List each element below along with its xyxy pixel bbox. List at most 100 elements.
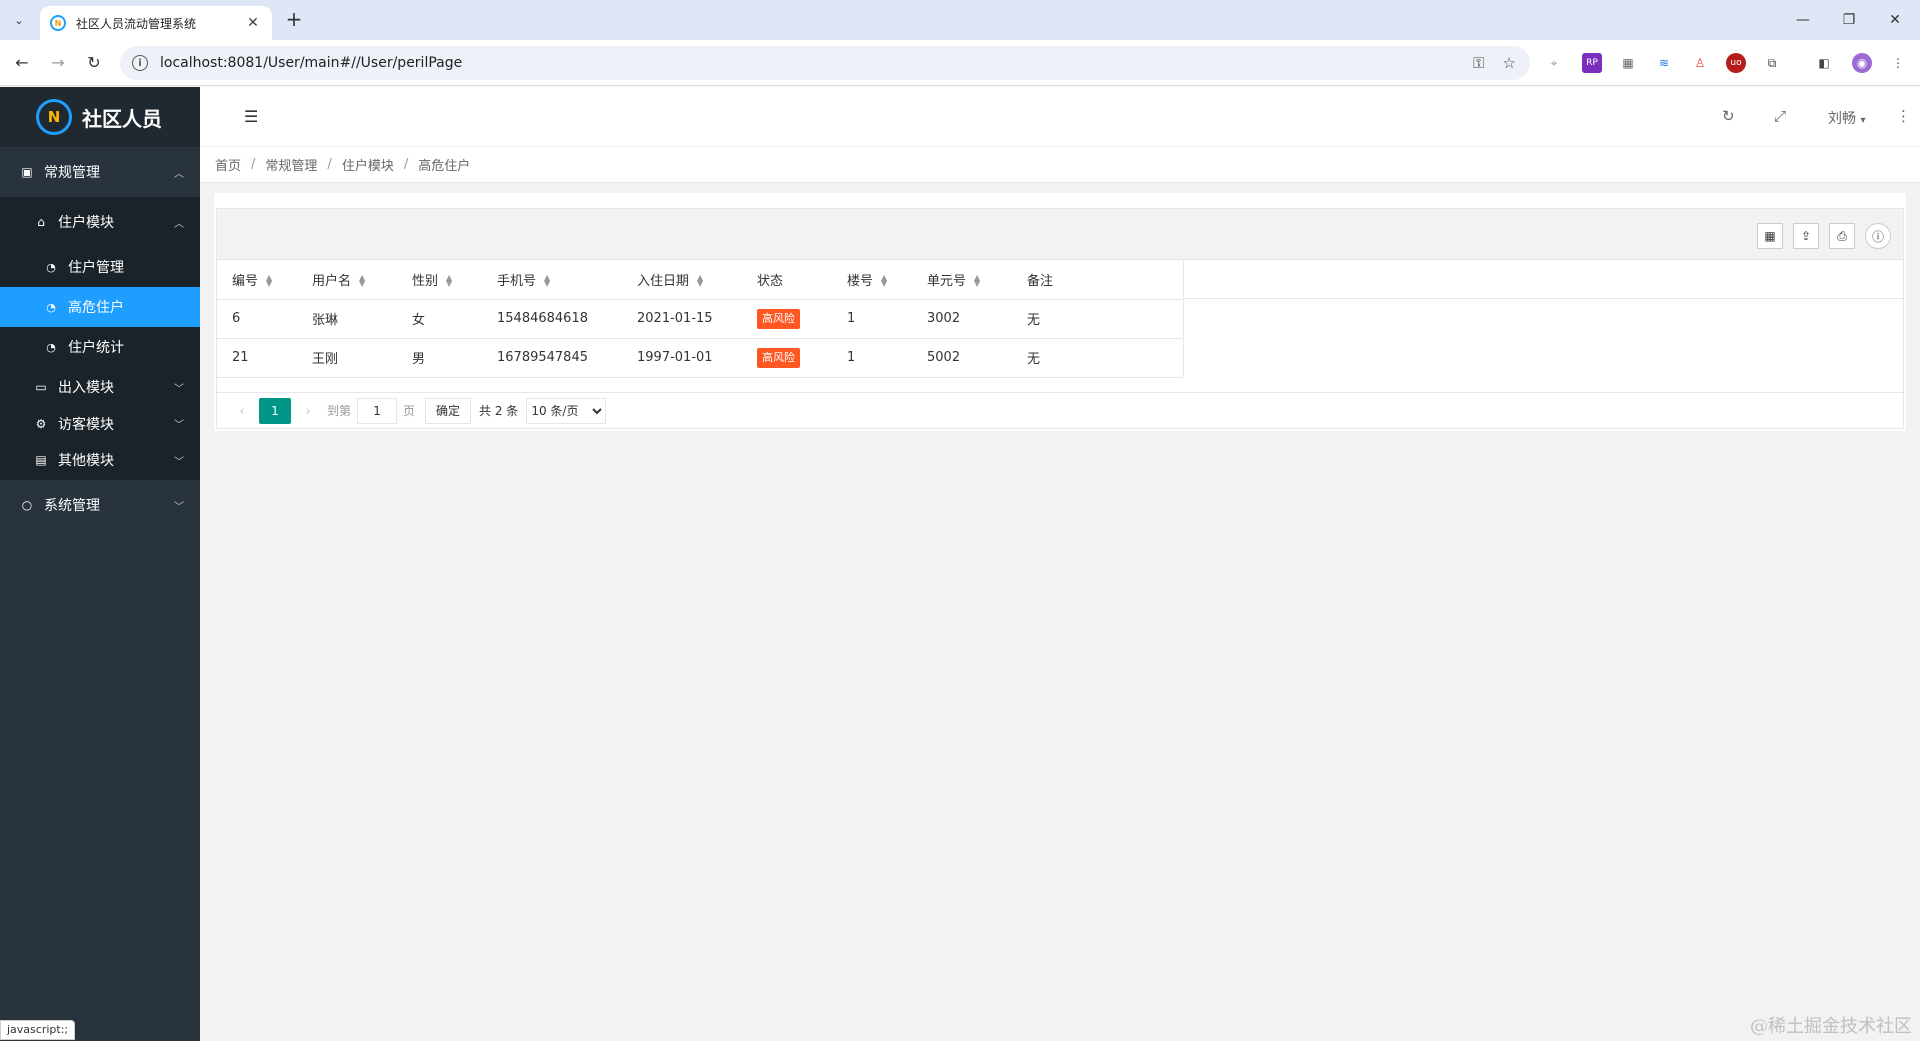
table-row[interactable]: 6 张琳 女 15484684618 2021-01-15 高风险 1 3002…	[217, 299, 1182, 339]
extension-person-icon[interactable]: ♙	[1690, 53, 1710, 73]
sidebar: N 社区人员 ▣ 常规管理 ︿ ⌂ 住户模块 ︿ ◔ 住户管理 ◔ 高危住户 ◔…	[0, 87, 200, 1041]
forward-arrow-icon[interactable]: →	[46, 51, 70, 75]
info-icon[interactable]: ⓘ	[1865, 223, 1891, 249]
export-icon[interactable]: ⇪	[1793, 223, 1819, 249]
url-text[interactable]: localhost:8081/User/main#//User/perilPag…	[160, 55, 462, 71]
user-name: 刘畅	[1828, 111, 1856, 127]
nav-item-label: 高危住户	[68, 300, 124, 316]
page-size-select[interactable]: 10 条/页	[526, 397, 607, 424]
caret-down-icon: ▾	[1860, 115, 1866, 126]
confirm-page-button[interactable]: 确定	[425, 397, 472, 424]
cell-gender: 男	[397, 338, 482, 378]
col-gender[interactable]: 性别 ▲ ▼	[397, 260, 482, 300]
prev-page-icon[interactable]: ‹	[229, 404, 255, 418]
extension-shield-icon[interactable]: uo	[1726, 53, 1746, 73]
browser-tab-bar: ⌄ N 社区人员流动管理系统 ✕ + — ❐ ✕	[0, 0, 1920, 40]
nav-group-label: 出入模块	[58, 380, 114, 396]
cell-username: 王刚	[297, 338, 397, 378]
nav-group-label: 常规管理	[44, 165, 100, 181]
nav-group-label: 访客模块	[58, 416, 114, 433]
col-phone[interactable]: 手机号 ▲ ▼	[482, 260, 622, 300]
more-options-icon[interactable]: ⋮	[1896, 107, 1911, 125]
col-note: 备注	[1012, 260, 1182, 300]
user-menu[interactable]: 刘畅 ▾	[1828, 108, 1865, 128]
nav-group-label: 其他模块	[58, 453, 114, 469]
site-info-icon[interactable]: i	[132, 55, 148, 71]
breadcrumb-separator: /	[251, 157, 256, 172]
columns-filter-icon[interactable]: ▦	[1757, 223, 1783, 249]
cell-status: 高风险	[742, 299, 832, 339]
goto-page-input[interactable]	[357, 397, 398, 424]
extension-layers-icon[interactable]: ≋	[1654, 53, 1674, 73]
nav-item-resident-stats[interactable]: ◔ 住户统计	[0, 327, 200, 367]
nav-group-access[interactable]: ▭ 出入模块 ﹀	[0, 367, 200, 407]
logo-text: 社区人员	[82, 106, 162, 131]
reload-icon[interactable]: ↻	[82, 51, 106, 75]
fullscreen-icon[interactable]: ⤢	[1774, 107, 1786, 125]
chevron-down-icon: ﹀	[174, 456, 184, 468]
col-username[interactable]: 用户名 ▲ ▼	[297, 260, 397, 300]
browser-menu-icon[interactable]: ⋮	[1888, 53, 1908, 73]
print-icon[interactable]: ⎙	[1829, 223, 1855, 249]
tab-close-icon[interactable]: ✕	[244, 15, 262, 31]
sort-icon[interactable]: ▲ ▼	[359, 274, 365, 288]
circle-icon: ○	[21, 498, 33, 512]
cell-building: 1	[832, 338, 912, 378]
breadcrumb-home[interactable]: 首页	[215, 155, 241, 174]
nav-item-resident-manage[interactable]: ◔ 住户管理	[0, 247, 200, 287]
status-badge: 高风险	[757, 347, 800, 368]
nav-group-other[interactable]: ▤ 其他模块 ﹀	[0, 440, 200, 480]
extension-cursor-icon[interactable]: ⌖	[1544, 53, 1564, 73]
restore-button[interactable]: ❐	[1826, 8, 1872, 32]
key-icon[interactable]: ⚿	[1473, 54, 1484, 72]
logo[interactable]: N 社区人员	[0, 87, 200, 147]
refresh-icon[interactable]: ↻	[1722, 107, 1735, 125]
sort-icon[interactable]: ▲ ▼	[266, 274, 272, 288]
col-status: 状态	[742, 260, 832, 300]
breadcrumb-resident[interactable]: 住户模块	[342, 155, 394, 174]
sort-icon[interactable]: ▲ ▼	[544, 274, 550, 288]
table-row[interactable]: 21 王刚 男 16789547845 1997-01-01 高风险 1 500…	[217, 338, 1182, 378]
extensions-puzzle-icon[interactable]: ⧉	[1762, 53, 1782, 73]
window-close-button[interactable]: ✕	[1872, 8, 1918, 32]
bookmark-star-icon[interactable]: ☆	[1503, 54, 1516, 72]
nav-group-routine[interactable]: ▣ 常规管理 ︿	[0, 147, 200, 197]
side-panel-icon[interactable]: ◧	[1814, 53, 1834, 73]
extension-rp-icon[interactable]: RP	[1582, 53, 1602, 73]
cell-date: 2021-01-15	[622, 299, 742, 339]
col-id[interactable]: 编号 ▲ ▼	[217, 260, 297, 300]
nav-group-visitor[interactable]: ⚙ 访客模块 ﹀	[0, 407, 200, 440]
sort-icon[interactable]: ▲ ▼	[446, 274, 452, 288]
logo-mark-icon: N	[36, 99, 72, 135]
cell-unit: 5002	[912, 338, 1012, 378]
page-1-button[interactable]: 1	[259, 397, 291, 424]
next-page-icon[interactable]: ›	[295, 404, 321, 418]
menu-toggle-icon[interactable]: ☰	[244, 107, 258, 126]
col-unit[interactable]: 单元号 ▲ ▼	[912, 260, 1012, 300]
profile-avatar-icon[interactable]: ◉	[1852, 53, 1872, 73]
col-building[interactable]: 楼号 ▲ ▼	[832, 260, 912, 300]
cell-date: 1997-01-01	[622, 338, 742, 378]
top-header: ☰ ↻ ⤢ 刘畅 ▾ ⋮	[200, 87, 1920, 147]
minimize-button[interactable]: —	[1780, 8, 1826, 32]
nav-item-label: 住户管理	[68, 260, 124, 276]
extension-grid-icon[interactable]: ▦	[1618, 53, 1638, 73]
address-bar[interactable]: i localhost:8081/User/main#//User/perilP…	[120, 46, 1530, 80]
nav-group-resident[interactable]: ⌂ 住户模块 ︿	[0, 197, 200, 247]
breadcrumb-routine[interactable]: 常规管理	[265, 155, 317, 174]
sort-icon[interactable]: ▲ ▼	[974, 274, 980, 288]
tab-search-icon[interactable]: ⌄	[8, 9, 30, 31]
tab-title: 社区人员流动管理系统	[76, 16, 197, 31]
sort-icon[interactable]: ▲ ▼	[697, 274, 703, 288]
nav-item-high-risk[interactable]: ◔ 高危住户	[0, 287, 200, 327]
nav-group-label: 住户模块	[58, 215, 114, 231]
browser-tab[interactable]: N 社区人员流动管理系统 ✕	[40, 6, 272, 40]
nav-group-system[interactable]: ○ 系统管理 ﹀	[0, 480, 200, 530]
col-date[interactable]: 入住日期 ▲ ▼	[622, 260, 742, 300]
back-arrow-icon[interactable]: ←	[10, 51, 34, 75]
cell-username: 张琳	[297, 299, 397, 339]
table-header-filler	[1183, 260, 1903, 299]
new-tab-button[interactable]: +	[282, 8, 306, 32]
table-body-divider	[1183, 299, 1184, 377]
sort-icon[interactable]: ▲ ▼	[881, 274, 887, 288]
